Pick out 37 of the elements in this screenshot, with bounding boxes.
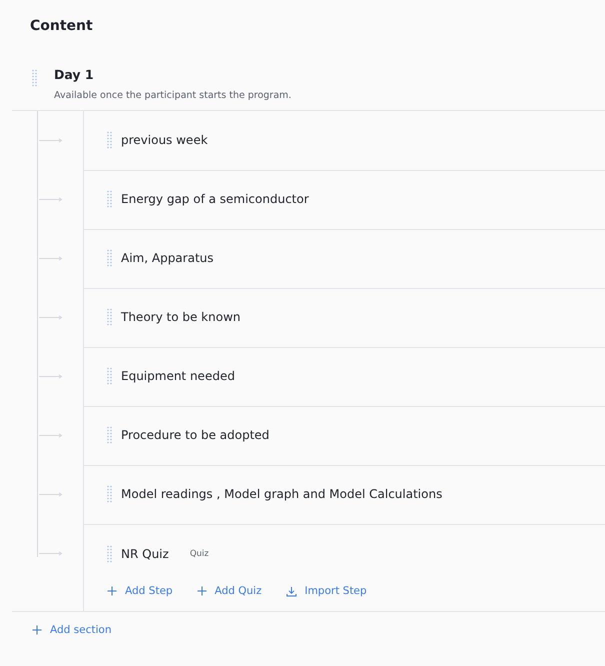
- quiz-title[interactable]: NR Quiz: [121, 546, 169, 560]
- connector-arrow-icon: [39, 315, 63, 320]
- drag-handle-icon[interactable]: [107, 190, 112, 208]
- step-title[interactable]: Procedure to be adopted: [121, 428, 270, 442]
- drag-handle-icon[interactable]: [107, 131, 112, 149]
- connector-arrow-icon: [39, 256, 63, 261]
- connector-arrow-icon: [39, 138, 63, 143]
- step-title[interactable]: Theory to be known: [121, 310, 241, 324]
- section-description: Available once the participant starts the program.: [54, 90, 292, 101]
- add-section-button[interactable]: Add section: [32, 624, 112, 636]
- add-button[interactable]: Add Quiz: [196, 585, 262, 597]
- step-title[interactable]: Model readings , Model graph and Model Calculations: [121, 487, 442, 501]
- drag-handle-icon[interactable]: [107, 308, 112, 326]
- import-step-button[interactable]: Import Step: [286, 585, 367, 597]
- plus-icon: [107, 586, 117, 596]
- connector-arrow-icon: [39, 374, 63, 379]
- step-title[interactable]: Equipment needed: [121, 369, 235, 383]
- step-title[interactable]: Energy gap of a semiconductor: [121, 192, 309, 206]
- connector-arrow-icon: [39, 492, 63, 497]
- drag-handle-icon[interactable]: [107, 485, 112, 503]
- plus-icon: [196, 586, 207, 596]
- content-heading: Content: [30, 18, 94, 36]
- connector-arrow-icon: [39, 551, 63, 556]
- add-button[interactable]: Add Step: [107, 585, 173, 597]
- connector-arrow-icon: [39, 433, 63, 438]
- section-title: Day 1: [54, 67, 95, 82]
- step-title[interactable]: previous week: [121, 133, 208, 147]
- drag-handle-icon[interactable]: [107, 367, 112, 385]
- plus-icon: [32, 625, 42, 635]
- download-icon: [286, 586, 297, 596]
- drag-handle-icon[interactable]: [107, 249, 112, 267]
- drag-handle-icon[interactable]: [32, 69, 37, 87]
- connector-arrow-icon: [39, 197, 63, 202]
- step-title[interactable]: Aim, Apparatus: [121, 251, 214, 265]
- drag-handle-icon[interactable]: [107, 544, 112, 562]
- drag-handle-icon[interactable]: [107, 426, 112, 444]
- quiz-label: Quiz: [190, 548, 209, 558]
